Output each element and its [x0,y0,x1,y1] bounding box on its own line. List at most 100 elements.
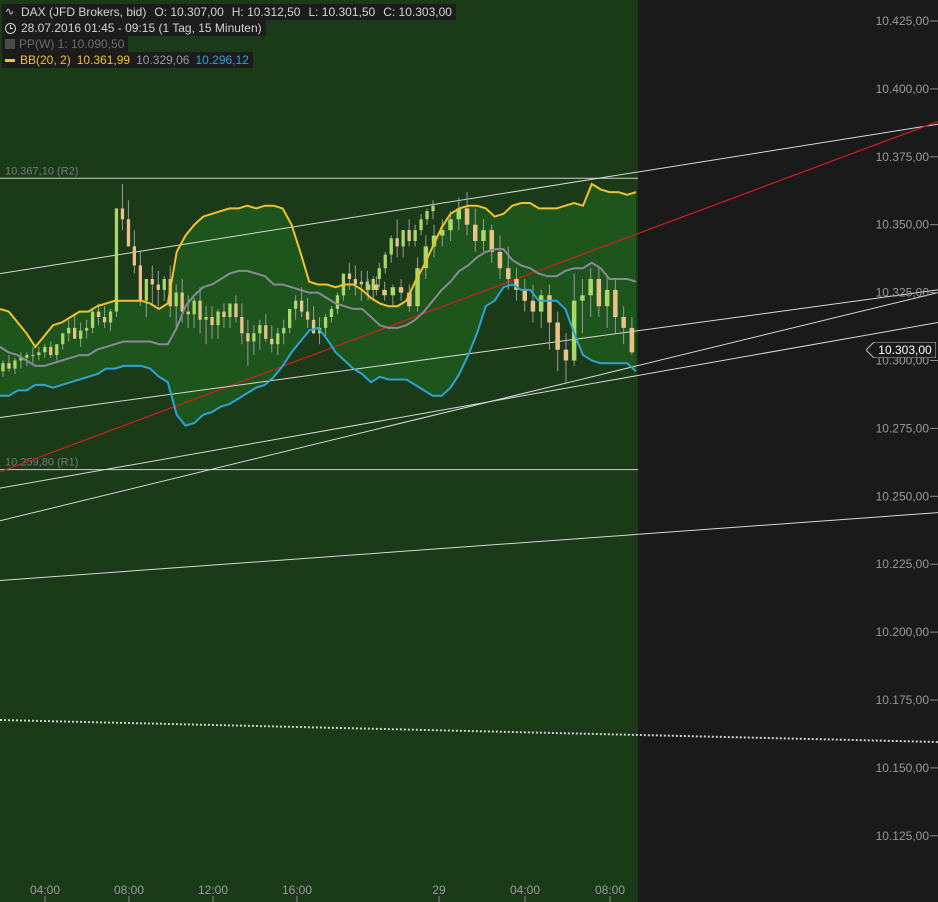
chart-canvas[interactable]: 10.367,10 (R2) 10.259,80 (R1) 10.425,00 10… [0,0,938,902]
candle-day1-body [73,327,77,339]
candle-day1-body [258,325,262,334]
x-tick-label: 08:00 [114,883,144,897]
chart-root: 10.367,10 (R2) 10.259,80 (R1) 10.425,00 10… [0,0,938,902]
candle-day1-body [359,281,363,285]
candle-day1-body [204,317,208,320]
candle-day2-body [613,289,618,318]
candle-day1-body [90,311,95,328]
pivot-color-square-icon[interactable] [5,39,15,49]
candle-day1-body [1,363,5,372]
candle-day1-body [305,311,310,320]
candle-day1-body [67,327,71,334]
candle-day1-body [180,292,184,312]
candle-day1-body [61,333,65,345]
plot-area-background [0,0,638,902]
candle-day1-body [383,254,387,269]
candle-day1-body [395,238,399,247]
candle-day1-body [7,363,11,369]
candle-day2-body [530,300,536,312]
candle-day2-body [555,322,560,350]
candle-day1-body [401,230,405,247]
candle-day2-body [497,251,503,269]
candle-day1-body [55,344,59,356]
candle-day1-body [300,300,304,312]
close-value: C: 10.303,00 [383,5,452,19]
resistance-r2-label: 10.367,10 (R2) [5,165,78,177]
x-tick-label: 04:00 [30,883,60,897]
candle-day2-body [547,295,552,323]
x-tick-label: 08:00 [595,883,625,897]
candle-day1-body [49,346,53,355]
candle-day1-body [246,333,250,342]
candle-day2-body [563,349,569,361]
candle-day2-body [382,289,387,296]
candle-day1-body [240,317,244,334]
bollinger-upper-value: 10.361,99 [76,53,131,67]
candle-day1-body [252,333,256,342]
candle-day2-body [588,279,593,296]
bollinger-color-dash-icon[interactable] [5,58,15,62]
legend-pivot-row: PP(W) 1: 10.090,50 [2,36,456,52]
y-tick-label: 10.350,00 [876,218,930,232]
candle-day1-body [79,330,83,339]
chart-legend: DAX (JFD Brokers, bid) O: 10.307,00 H: 1… [2,4,456,68]
candle-day2-body [481,230,486,241]
candle-day2-body [365,284,371,290]
candle-day1-body [347,273,352,279]
candle-day1-body [431,205,435,212]
candle-day1-body [216,311,220,326]
candle-day1-body [138,265,142,301]
candle-day1-body [234,303,238,318]
low-value: L: 10.301,50 [308,5,376,19]
candle-day2-body [538,295,544,312]
candle-day1-body [413,230,417,241]
candle-day1-body [174,292,178,307]
candle-day1-body [25,355,29,358]
candle-day1-body [294,300,298,309]
y-tick-label: 10.175,00 [876,693,930,707]
x-tick-label: 16:00 [282,883,312,897]
candle-day1-body [198,300,202,320]
support-r1-label: 10.259,80 (R1) [5,457,78,469]
candle-day1-body [323,317,328,328]
candle-day2-body [448,219,453,231]
candle-day1-body [126,219,131,247]
x-tick-label: 12:00 [198,883,228,897]
legend-instrument-row: DAX (JFD Brokers, bid) O: 10.307,00 H: 1… [2,4,456,20]
candle-day2-body [398,287,404,293]
timeframe-text: 28.07.2016 01:45 - 09:15 (1 Tag, 15 Minu… [21,21,262,35]
y-tick-label: 10.225,00 [876,557,930,571]
candle-day1-body [311,319,316,334]
candle-day1-body [186,311,190,315]
candle-day1-body [132,246,136,266]
y-tick-label: 10.125,00 [876,829,930,843]
candle-day1-body [329,308,334,317]
legend-bollinger-row: BB(20, 2) 10.361,99 10.329,06 10.296,12 [2,52,456,68]
candle-day1-body [419,219,423,231]
candle-day1-body [353,279,357,285]
y-tick-label: 10.375,00 [876,150,930,164]
legend-timeframe-row: 28.07.2016 01:45 - 09:15 (1 Tag, 15 Minu… [2,20,456,36]
candle-day1-body [288,308,292,328]
candle-day2-body [596,279,602,307]
candle-day1-body [276,333,280,345]
candle-day1-body [102,317,107,323]
chart-type-icon[interactable] [5,4,17,20]
candle-day1-body [96,311,101,317]
candle-day1-body [389,238,393,255]
y-tick-label: 10.325,00 [876,286,930,300]
candle-day1-body [222,311,226,317]
bollinger-lower-value: 10.296,12 [195,53,249,67]
candle-day1-body [425,211,429,220]
candle-day1-body [270,338,274,345]
y-tick-label: 10.400,00 [876,82,930,96]
candle-day1-body [150,279,154,285]
candle-day2-body [621,317,626,328]
x-tick-label: 29 [432,883,446,897]
y-tick-label: 10.150,00 [876,761,930,775]
clock-icon[interactable] [5,22,16,34]
candle-day1-body [43,346,47,353]
candle-day1-body [120,208,125,220]
candle-day1-body [192,300,196,315]
candle-day1-body [228,303,232,318]
